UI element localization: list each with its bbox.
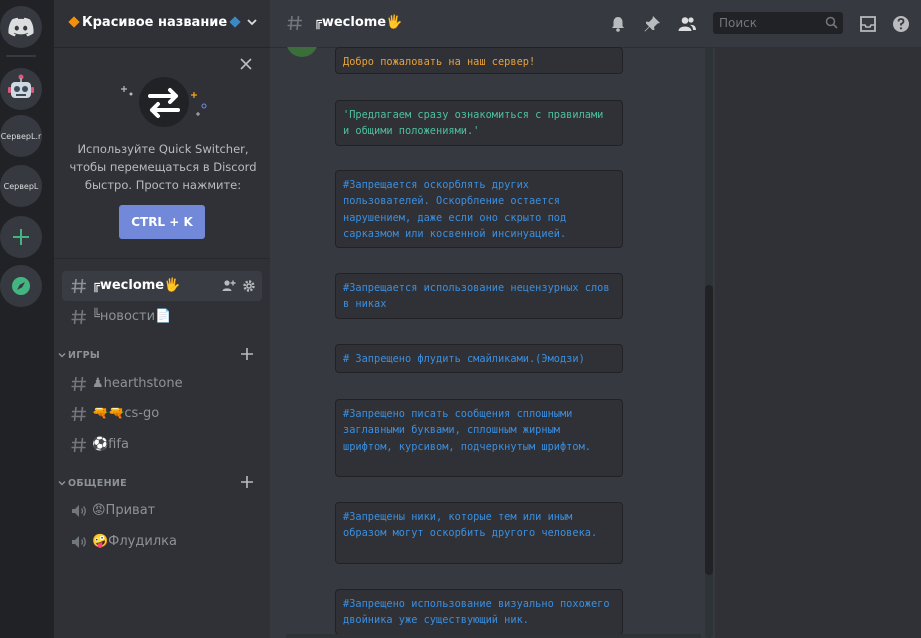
server-label: СерверL.r (0, 131, 42, 141)
hash-icon (287, 15, 302, 31)
chevron-down-icon[interactable] (246, 16, 258, 28)
scrollbar-thumb[interactable] (705, 285, 713, 575)
voice-channel-fludilka[interactable]: 🤪Флудилка (62, 527, 262, 557)
search-icon (825, 16, 838, 29)
channel-name: 🤪Флудилка (92, 534, 177, 549)
guild-header[interactable]: Красивое название (54, 0, 270, 47)
channel-name: 🔫🔫cs-go (92, 406, 160, 421)
add-member-icon[interactable] (222, 279, 236, 293)
quick-switcher-illustration-icon (121, 77, 207, 127)
discord-logo-icon (8, 17, 34, 37)
blue-diamond-icon (229, 16, 241, 28)
search-input[interactable]: Поиск (713, 12, 843, 34)
server-label: СерверL (3, 181, 39, 191)
compass-icon (12, 277, 30, 295)
category-games[interactable]: ИГРЫ (54, 347, 270, 367)
channel-novosti[interactable]: ╚новости📄 (62, 302, 262, 332)
robot-icon (8, 74, 34, 98)
channel-sidebar: Красивое название Используйте Quick Swit… (54, 0, 270, 638)
channel-header: ╔weclome🖐 Поиск (270, 0, 921, 47)
search-placeholder: Поиск (719, 16, 758, 30)
server-rail: СерверL.r СерверL (0, 0, 54, 638)
hash-icon (71, 376, 86, 392)
orange-diamond-icon (68, 16, 80, 28)
speaker-icon (72, 505, 86, 517)
code-block-message: #Запрещены ники, которые тем или иным об… (335, 502, 623, 564)
code-block-message: #Запрещено использование визуально похож… (335, 589, 623, 635)
divider (54, 258, 270, 259)
pin-icon[interactable] (642, 14, 662, 34)
avatar[interactable] (286, 47, 318, 57)
member-list-panel (715, 47, 921, 638)
gear-icon[interactable] (242, 279, 256, 293)
hash-icon (71, 406, 86, 422)
code-block-message: #Запрещено писать сообщения сплошными за… (335, 399, 623, 477)
channel-name: 😡Приват (92, 503, 156, 518)
help-icon[interactable] (891, 14, 911, 34)
discord-home-button[interactable] (0, 6, 42, 48)
hash-icon (71, 278, 86, 294)
quick-switcher-hint: Используйте Quick Switcher, чтобы переме… (69, 142, 257, 192)
plus-icon (13, 229, 29, 245)
rail-separator (6, 55, 36, 57)
hash-icon (71, 437, 86, 453)
speaker-icon (72, 536, 86, 548)
channel-fifa[interactable]: ⚽fifa (62, 430, 262, 460)
inbox-icon[interactable] (858, 14, 878, 34)
explore-servers-button[interactable] (0, 265, 42, 307)
chevron-down-icon (58, 353, 66, 358)
add-server-button[interactable] (0, 216, 42, 258)
channel-weclome[interactable]: ╔weclome🖐 (62, 271, 262, 301)
channel-name: ⚽fifa (92, 437, 129, 452)
category-name: ИГРЫ (68, 350, 101, 361)
channel-name: ╚новости📄 (92, 309, 172, 324)
code-block-message: 'Предлагаем сразу ознакомиться с правила… (335, 100, 623, 146)
hash-icon (71, 309, 86, 325)
channel-title: ╔weclome🖐 (314, 15, 403, 30)
code-block-message: Добро пожаловать на наш сервер! (335, 47, 623, 74)
channel-name: ╔weclome🖐 (92, 278, 181, 293)
code-block-message: # Запрещено флудить смайликами.(Эмодзи) (335, 344, 623, 373)
category-communication[interactable]: ОБЩЕНИЕ (54, 475, 270, 495)
code-block-message: #Запрещается использование нецензурных с… (335, 273, 623, 319)
add-channel-icon[interactable] (240, 475, 254, 489)
voice-channel-privat[interactable]: 😡Приват (62, 496, 262, 526)
server-serverl[interactable]: СерверL (0, 165, 42, 207)
horizontal-scrollbar[interactable] (286, 634, 701, 638)
channel-name: ♟hearthstone (92, 376, 183, 391)
server-robot[interactable] (0, 68, 42, 110)
message-list[interactable]: Добро пожаловать на наш сервер! 'Предлаг… (270, 47, 707, 638)
category-name: ОБЩЕНИЕ (68, 478, 127, 489)
guild-name: Красивое название (68, 15, 241, 30)
add-channel-icon[interactable] (240, 347, 254, 361)
chevron-down-icon (58, 481, 66, 486)
channel-hearthstone[interactable]: ♟hearthstone (62, 369, 262, 399)
bell-icon[interactable] (608, 14, 628, 34)
members-icon[interactable] (677, 14, 697, 34)
close-icon[interactable] (238, 56, 254, 72)
ctrl-k-button[interactable]: CTRL + K (119, 205, 205, 239)
channel-cs-go[interactable]: 🔫🔫cs-go (62, 399, 262, 429)
code-block-message: #Запрещается оскорблять других пользоват… (335, 170, 623, 248)
server-serverl-r[interactable]: СерверL.r (0, 115, 42, 157)
